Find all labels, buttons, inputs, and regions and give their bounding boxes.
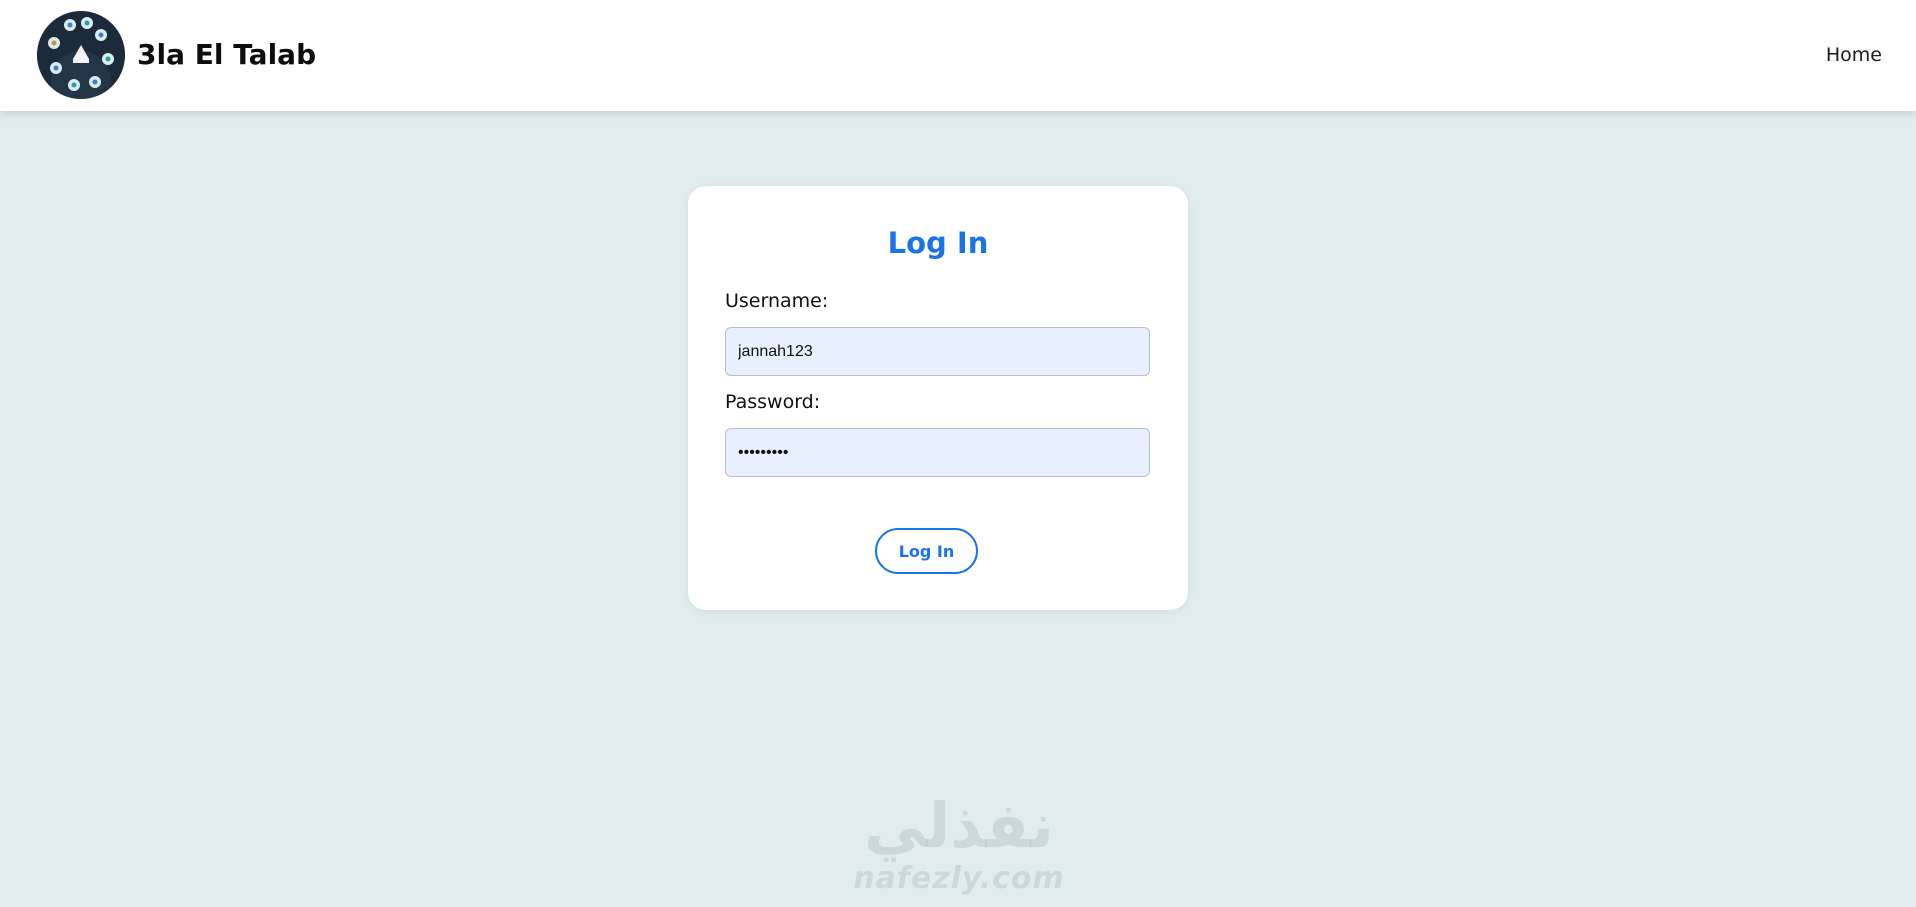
brand-name[interactable]: 3la El Talab bbox=[137, 38, 316, 71]
username-label: Username: bbox=[725, 290, 829, 312]
watermark: نفذلي nafezly.com bbox=[852, 790, 1066, 907]
watermark-latin: nafezly.com bbox=[853, 861, 1065, 896]
login-button[interactable]: Log In bbox=[875, 528, 978, 574]
watermark-arabic: نفذلي bbox=[864, 789, 1054, 862]
password-input[interactable]: ••••••••• bbox=[725, 428, 1150, 477]
nav-home-link[interactable]: Home bbox=[1826, 44, 1882, 66]
top-navbar: 3la El Talab Home bbox=[0, 0, 1916, 111]
password-label: Password: bbox=[725, 391, 821, 413]
site-logo-icon[interactable] bbox=[37, 11, 125, 99]
login-title: Log In bbox=[887, 226, 989, 260]
login-card: Log In Username: Password: ••••••••• Log… bbox=[688, 186, 1188, 610]
username-input[interactable] bbox=[725, 327, 1150, 376]
